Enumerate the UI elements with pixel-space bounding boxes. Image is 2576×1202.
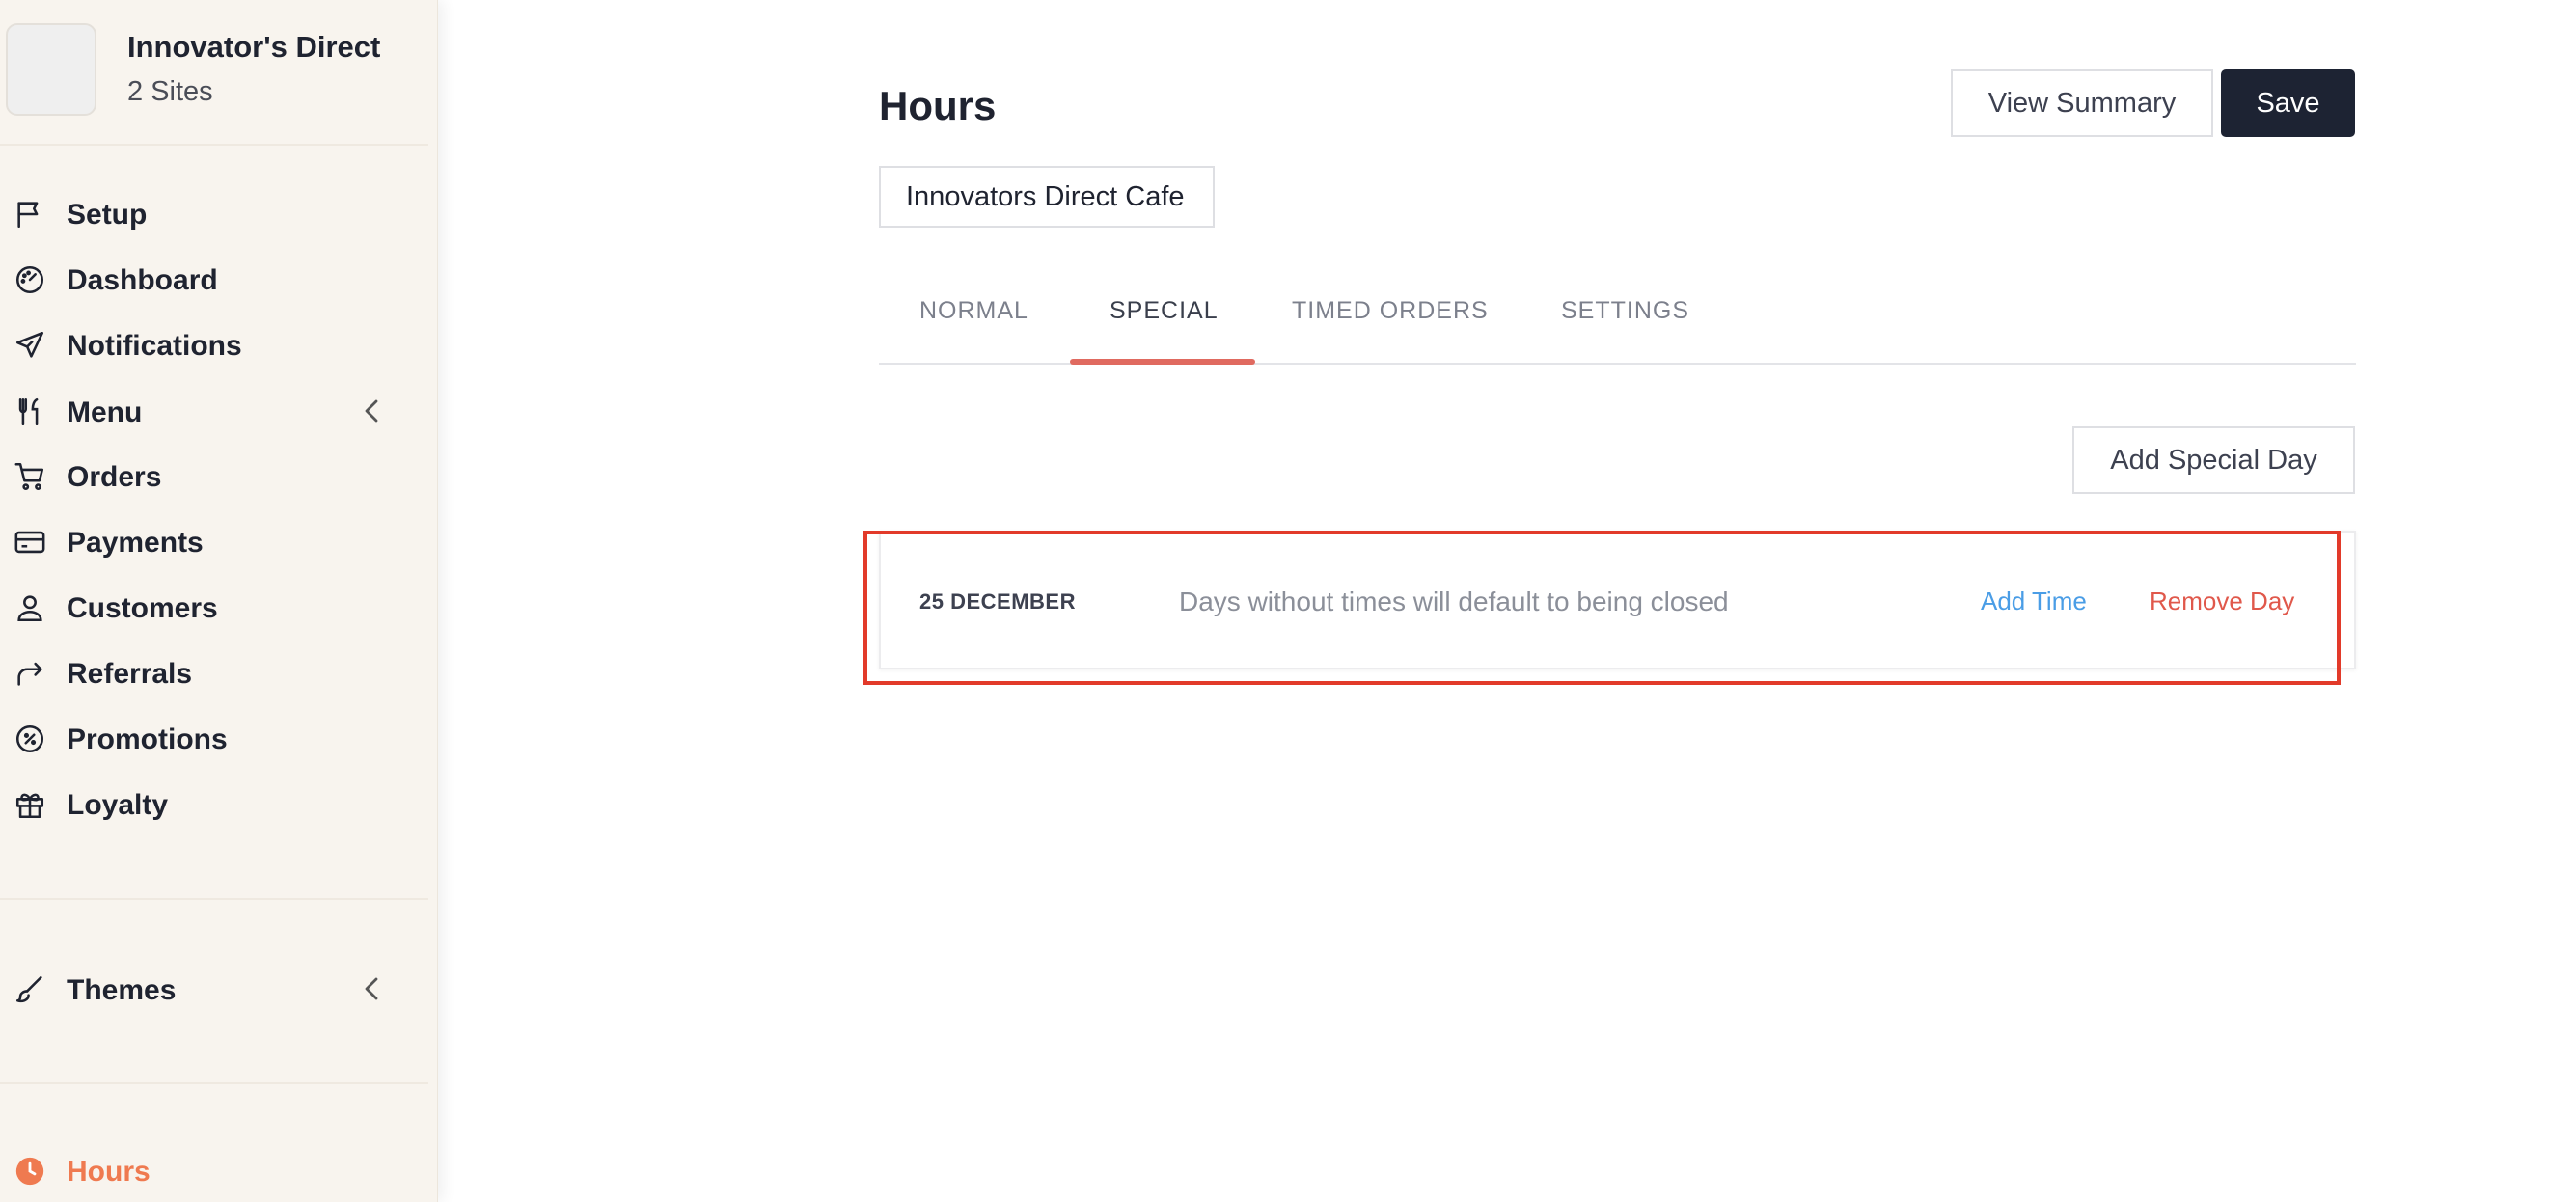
- sidebar-item-label: Hours: [67, 1156, 151, 1188]
- chevron-left-icon[interactable]: [361, 975, 384, 1002]
- sidebar-item-setup[interactable]: Setup: [0, 186, 405, 240]
- tab-settings[interactable]: SETTINGS: [1561, 297, 1689, 325]
- special-day-date: 25 DECEMBER: [919, 589, 1076, 614]
- brand-name: Innovator's Direct: [127, 30, 381, 64]
- tab-bar: NORMAL SPECIAL TIMED ORDERS SETTINGS: [879, 280, 2356, 365]
- utensils-icon: [14, 396, 46, 428]
- share-arrow-icon: [14, 657, 46, 690]
- sidebar-item-referrals[interactable]: Referrals: [0, 645, 405, 699]
- sidebar-item-loyalty[interactable]: Loyalty: [0, 777, 405, 831]
- tab-special[interactable]: SPECIAL: [1110, 297, 1219, 325]
- discount-badge-icon: [14, 723, 46, 755]
- site-selector[interactable]: Innovators Direct Cafe: [879, 166, 1215, 228]
- sidebar-item-promotions[interactable]: Promotions: [0, 711, 405, 765]
- brand-sites-count: 2 Sites: [127, 76, 213, 107]
- sidebar-item-label: Setup: [67, 199, 148, 231]
- sidebar-item-label: Dashboard: [67, 264, 218, 296]
- sidebar-item-label: Customers: [67, 592, 218, 624]
- tab-normal[interactable]: NORMAL: [919, 297, 1028, 325]
- sidebar-item-menu[interactable]: Menu: [0, 384, 405, 438]
- save-button[interactable]: Save: [2221, 69, 2355, 137]
- brand-logo: [6, 23, 96, 116]
- sidebar-item-notifications[interactable]: Notifications: [0, 317, 405, 371]
- sidebar-item-customers[interactable]: Customers: [0, 580, 405, 634]
- tab-timed-orders[interactable]: TIMED ORDERS: [1292, 297, 1489, 325]
- sidebar-item-label: Promotions: [67, 724, 228, 755]
- send-icon: [14, 329, 46, 362]
- sidebar-item-payments[interactable]: Payments: [0, 514, 405, 568]
- sidebar-item-label: Notifications: [67, 330, 242, 362]
- sidebar-item-label: Payments: [67, 527, 204, 559]
- gauge-icon: [14, 263, 46, 296]
- special-day-row: 25 DECEMBER Days without times will defa…: [879, 531, 2356, 669]
- brand-header[interactable]: Innovator's Direct 2 Sites: [0, 0, 428, 146]
- sidebar-item-hours[interactable]: Hours: [0, 1143, 405, 1197]
- sidebar-item-label: Loyalty: [67, 789, 169, 821]
- sidebar-item-orders[interactable]: Orders: [0, 449, 405, 503]
- gift-icon: [14, 788, 46, 821]
- sidebar-divider: [0, 1082, 428, 1084]
- brush-icon: [14, 973, 46, 1006]
- sidebar-item-label: Referrals: [67, 658, 193, 690]
- flag-icon: [14, 198, 46, 231]
- user-icon: [14, 591, 46, 624]
- special-day-note: Days without times will default to being…: [1179, 587, 1729, 616]
- chevron-left-icon[interactable]: [361, 397, 384, 424]
- cart-icon: [14, 460, 46, 493]
- add-time-link[interactable]: Add Time: [1981, 587, 2087, 616]
- sidebar-item-themes[interactable]: Themes: [0, 962, 405, 1016]
- remove-day-link[interactable]: Remove Day: [2150, 587, 2294, 616]
- active-tab-indicator: [1070, 359, 1255, 365]
- clock-icon: [14, 1155, 46, 1188]
- sidebar: Innovator's Direct 2 Sites Setup Dashboa…: [0, 0, 438, 1202]
- sidebar-divider: [0, 898, 428, 900]
- sidebar-item-label: Menu: [67, 396, 143, 428]
- credit-card-icon: [14, 526, 46, 559]
- sidebar-item-label: Themes: [67, 974, 177, 1006]
- sidebar-item-dashboard[interactable]: Dashboard: [0, 252, 405, 306]
- view-summary-button[interactable]: View Summary: [1951, 69, 2213, 137]
- add-special-day-button[interactable]: Add Special Day: [2072, 426, 2355, 494]
- sidebar-item-label: Orders: [67, 461, 162, 493]
- page-title: Hours: [879, 83, 997, 128]
